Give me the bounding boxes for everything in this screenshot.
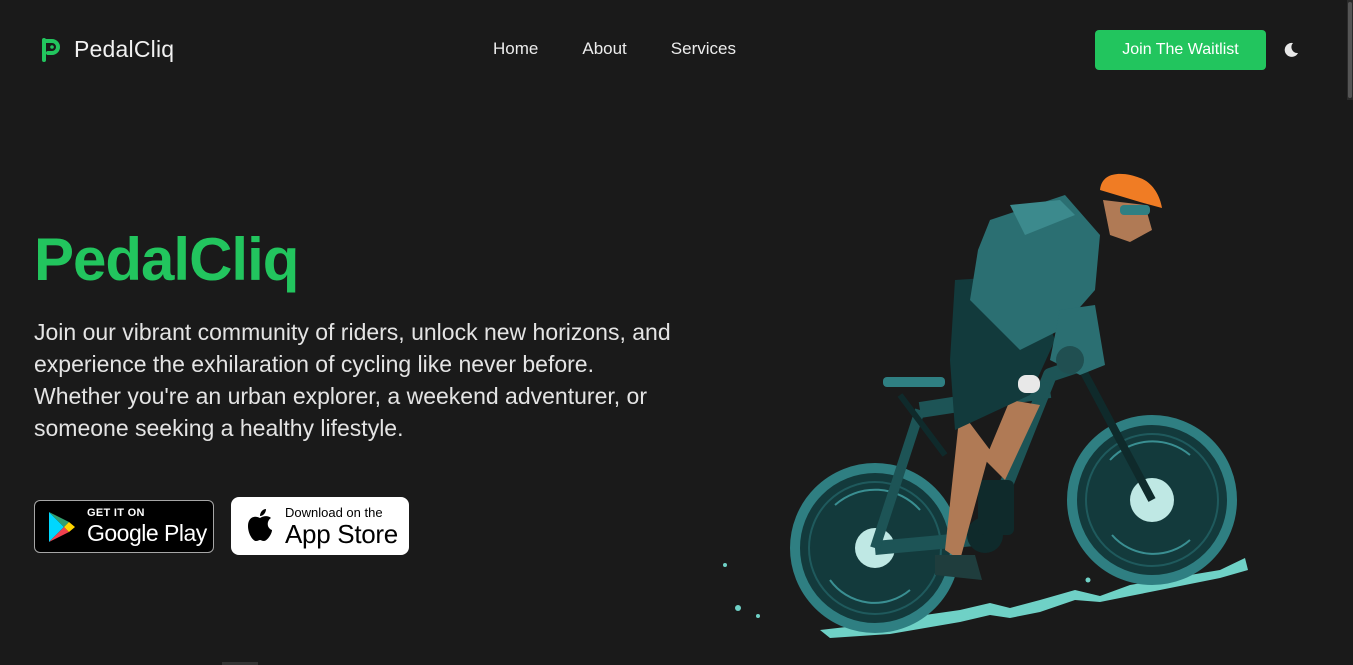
hero-description: Join our vibrant community of riders, un… [34,319,671,441]
google-play-small-text: GET IT ON [87,507,145,519]
cyclist-illustration [723,173,1248,638]
moon-icon[interactable] [1282,41,1300,59]
app-store-button[interactable]: Download on the App Store [231,497,409,555]
scrollbar-thumb[interactable] [1348,2,1352,98]
main-nav: Home About Services [493,39,736,59]
brand-name: PedalCliq [74,36,175,62]
apple-icon [248,509,272,541]
google-play-icon [49,511,75,542]
google-play-label: GET IT ON Google Play [87,508,207,545]
join-waitlist-button[interactable]: Join The Waitlist [1095,30,1266,70]
brand[interactable]: PedalCliq [40,36,174,63]
app-store-big-text: App Store [285,518,398,549]
nav-services[interactable]: Services [671,39,736,59]
brand-logo-icon [42,37,60,62]
google-play-big-text: Google Play [87,520,207,546]
google-play-button[interactable]: GET IT ON Google Play [34,500,214,553]
hero-title: PedalCliq [34,226,299,293]
page: PedalCliq Home About Services Join The W… [0,0,1353,665]
app-store-small-text: Download on the [285,504,383,520]
app-store-label: Download on the App Store [285,506,398,547]
nav-home[interactable]: Home [493,39,538,59]
scrollbar[interactable] [1347,0,1353,100]
nav-about[interactable]: About [582,39,626,59]
